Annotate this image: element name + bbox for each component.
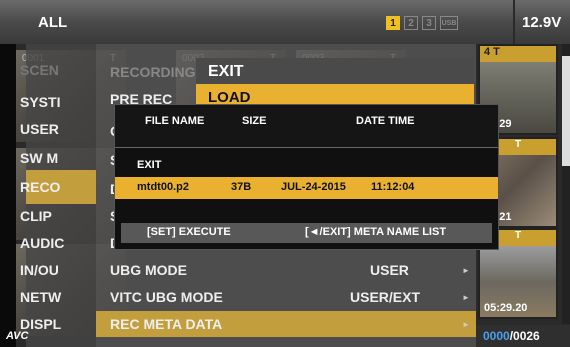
- file-select-dialog: FILE NAME SIZE DATE TIME EXIT mtdt00.p2 …: [114, 104, 499, 250]
- back-hint[interactable]: [◄/EXIT] META NAME LIST: [305, 226, 446, 238]
- menu-item-sw-mode[interactable]: SW M: [20, 150, 58, 166]
- file-row-selected[interactable]: mtdt00.p2 37B JUL-24-2015 11:12:04: [115, 177, 498, 199]
- menu-item-recording[interactable]: RECORDING: [110, 64, 196, 80]
- menu-item-system[interactable]: SYSTI: [20, 94, 60, 110]
- column-date-time: DATE TIME: [356, 115, 415, 127]
- usb-icon: USB: [440, 16, 458, 30]
- codec-badge: AVC: [6, 330, 29, 342]
- thumbnail-timecode: 05:29.20: [484, 302, 528, 314]
- camera-lcd-screen: 0001 T 0002 T 0003 T 4 T 21.29 T 44.21 T…: [0, 0, 570, 347]
- menu-item-rec-meta-data[interactable]: REC META DATA: [110, 316, 222, 332]
- file-size: 37B: [231, 181, 252, 193]
- dialog-footer: [SET] EXECUTE [◄/EXIT] META NAME LIST: [121, 223, 492, 243]
- divider: [513, 0, 515, 44]
- menu-item-in-out[interactable]: IN/OU: [20, 262, 59, 278]
- menu-item-clip[interactable]: CLIP: [20, 208, 52, 224]
- submenu-exit[interactable]: EXIT: [208, 63, 244, 81]
- menu-item-ubg-mode[interactable]: UBG MODE: [110, 262, 187, 278]
- chevron-right-icon: ►: [462, 266, 470, 275]
- dialog-header: FILE NAME SIZE DATE TIME: [115, 105, 498, 147]
- menu-item-vitc-ubg-mode[interactable]: VITC UBG MODE: [110, 289, 223, 305]
- clip-counter-current: 0000: [483, 329, 510, 343]
- menu-item-recording[interactable]: RECO: [20, 179, 60, 195]
- card-slot-2-icon: 2: [404, 16, 418, 30]
- scrollbar-thumb[interactable]: [562, 56, 570, 166]
- card-slot-1-icon: 1: [386, 16, 400, 30]
- clip-counter-total: /0026: [509, 329, 540, 343]
- execute-hint[interactable]: [SET] EXECUTE: [147, 226, 231, 238]
- column-file-name: FILE NAME: [145, 115, 205, 127]
- file-date: JUL-24-2015: [281, 181, 346, 193]
- dialog-exit-item[interactable]: EXIT: [137, 159, 161, 171]
- divider: [115, 147, 498, 148]
- battery-voltage: 12.9V: [522, 14, 562, 31]
- chevron-right-icon: ►: [462, 293, 470, 302]
- ubg-mode-value: USER: [370, 262, 409, 278]
- thumbnail-header: 4 T: [480, 46, 556, 62]
- clip-counter: 0000/0026: [483, 329, 540, 343]
- menu-item-network[interactable]: NETW: [20, 289, 61, 305]
- chevron-right-icon: ►: [462, 320, 470, 329]
- vitc-ubg-mode-value: USER/EXT: [350, 289, 421, 305]
- column-size: SIZE: [242, 115, 267, 127]
- view-title: ALL: [38, 14, 68, 31]
- menu-item-user[interactable]: USER: [20, 121, 59, 137]
- card-slot-3-icon: 3: [422, 16, 436, 30]
- file-time: 11:12:04: [371, 181, 415, 193]
- menu-item-audio[interactable]: AUDIC: [20, 235, 64, 251]
- menu-item-scene[interactable]: SCEN: [20, 62, 59, 78]
- file-name: mtdt00.p2: [137, 181, 189, 193]
- top-status-bar: ALL 1 2 3 USB 12.9V: [0, 0, 570, 44]
